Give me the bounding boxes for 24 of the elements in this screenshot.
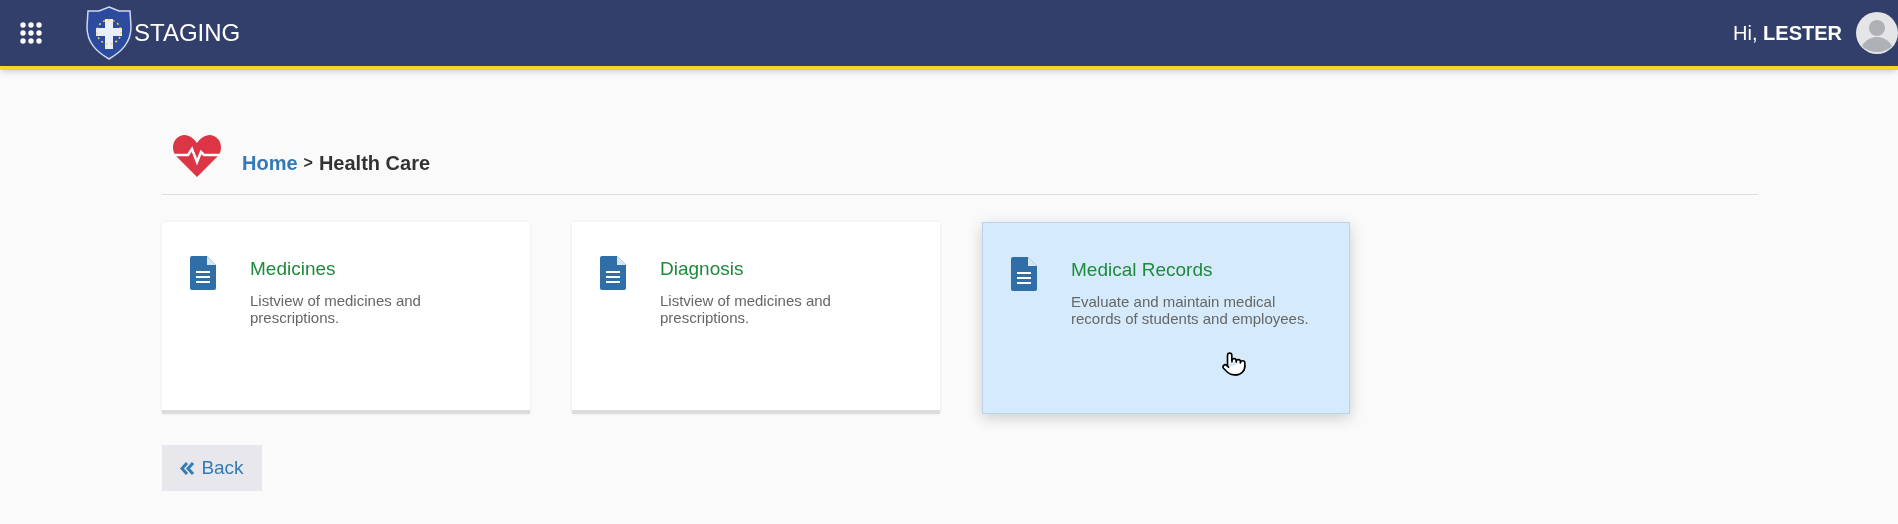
- heart-pulse-icon: [172, 134, 222, 178]
- card-description: Listview of medicines and prescriptions.: [250, 291, 422, 326]
- document-icon: [1011, 257, 1037, 291]
- avatar-icon[interactable]: [1856, 12, 1898, 54]
- user-greeting: Hi, LESTER: [1733, 21, 1842, 46]
- module-card[interactable]: Diagnosis Listview of medicines and prescriptions.: [572, 222, 940, 414]
- document-icon: [600, 256, 626, 290]
- apps-grid-icon[interactable]: [20, 22, 42, 44]
- document-icon: [190, 256, 216, 290]
- card-description: Evaluate and maintain medical records of students and employees.: [1071, 292, 1310, 327]
- module-card[interactable]: Medical Records Evaluate and maintain medical records of students and employees.: [982, 222, 1350, 414]
- breadcrumb-separator: >: [303, 153, 313, 173]
- home-link[interactable]: Home: [242, 148, 298, 178]
- card-title: Medicines: [250, 257, 337, 281]
- double-chevron-left-icon: [180, 461, 196, 475]
- module-card[interactable]: Medicines Listview of medicines and prescriptions.: [162, 222, 530, 414]
- card-description: Listview of medicines and prescriptions.: [660, 291, 832, 326]
- back-button[interactable]: Back: [162, 445, 262, 491]
- card-title: Diagnosis: [660, 257, 745, 281]
- shield-logo-icon: [86, 6, 132, 60]
- breadcrumb-current: Health Care: [318, 151, 431, 176]
- card-title: Medical Records: [1071, 258, 1214, 282]
- hand-cursor-icon: [1221, 349, 1247, 379]
- app-title: STAGING: [134, 18, 241, 48]
